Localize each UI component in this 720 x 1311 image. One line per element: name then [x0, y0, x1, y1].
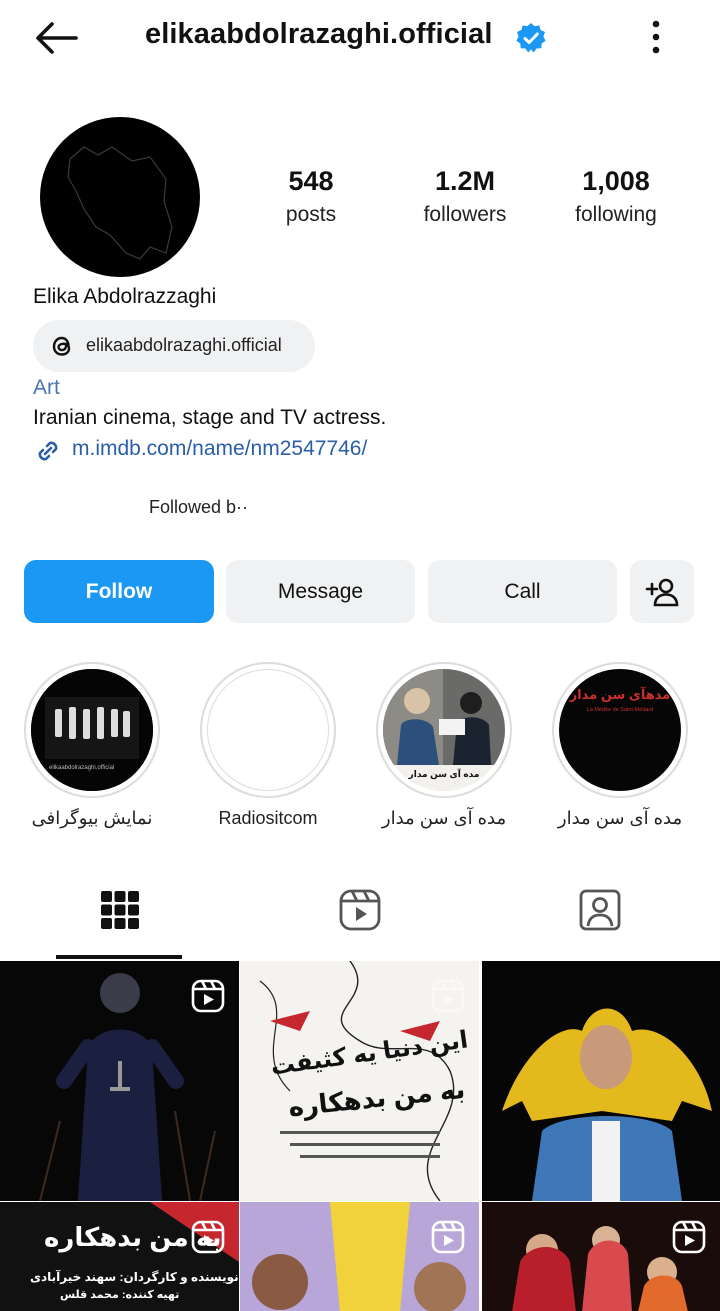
post-thumbnail[interactable] [482, 1202, 720, 1311]
profile-bio: Iranian cinema, stage and TV actress. [33, 406, 387, 429]
post-thumbnail[interactable]: این دنیا یه کثیفت به من بدهکاره [240, 961, 479, 1201]
reels-icon [672, 1220, 706, 1254]
threads-handle: elikaabdolrazaghi.official [86, 335, 282, 355]
arrow-left-icon [36, 22, 78, 54]
tab-reels[interactable] [240, 870, 480, 958]
threads-profile-link[interactable]: elikaabdolrazaghi.official [33, 320, 315, 372]
back-button[interactable] [30, 18, 82, 58]
profile-username: elikaabdolrazaghi.official [145, 18, 493, 50]
highlight-caption: مده آی سن مدار [408, 769, 480, 779]
reels-icon [191, 1220, 225, 1254]
highlight-ring [200, 662, 336, 798]
post-poster-credit: نویسنده و کارگردان: سهند خیرآبادی [30, 1270, 239, 1284]
avatar[interactable] [40, 117, 200, 277]
tagged-icon [579, 889, 621, 931]
message-button[interactable]: Message [226, 560, 415, 623]
tab-tagged[interactable] [480, 870, 720, 958]
highlight-cover: مده آی سن مدار [383, 669, 505, 791]
reels-icon [191, 979, 225, 1013]
tab-selected-indicator [56, 955, 182, 959]
verified-badge-icon [516, 23, 546, 53]
link-icon [38, 441, 58, 461]
highlight-item[interactable]: مدهآی سن مدار La Médée de Saint-Médard م… [552, 662, 688, 829]
highlight-cover: elikaabdolrazaghi.official [31, 669, 153, 791]
highlight-cover: مدهآی سن مدار La Médée de Saint-Médard [559, 669, 681, 791]
highlight-label: مده آی سن مدار [381, 808, 507, 828]
followers-stat[interactable]: 1.2M followers [410, 166, 520, 227]
highlight-item[interactable]: مده آی سن مدار مده آی سن مدار [376, 662, 512, 829]
highlight-ring: مدهآی سن مدار La Médée de Saint-Médard [552, 662, 688, 798]
highlight-cover [207, 669, 329, 791]
post-thumbnail[interactable]: به من بدهکاره نویسنده و کارگردان: سهند خ… [0, 1202, 239, 1311]
add-user-button[interactable] [630, 560, 694, 623]
reels-icon [431, 1220, 465, 1254]
more-vertical-icon [652, 20, 660, 54]
highlight-poster-subtitle: La Médée de Saint-Médard [586, 707, 654, 713]
followers-count: 1.2M [434, 166, 496, 196]
grid-icon [101, 891, 139, 929]
reels-icon [339, 889, 381, 931]
highlight-label: Radiositcom [218, 808, 318, 828]
followed-by-text[interactable]: Followed b·· [149, 497, 248, 518]
highlight-watermark: elikaabdolrazaghi.official [49, 765, 115, 771]
post-thumbnail[interactable] [240, 1202, 479, 1311]
highlight-ring: مده آی سن مدار [376, 662, 512, 798]
threads-icon [52, 336, 71, 356]
full-name: Elika Abdolrazzaghi [33, 285, 217, 308]
iran-map-outline-image [67, 146, 173, 260]
highlight-label: نمایش بیوگرافی [31, 808, 153, 828]
post-thumbnail[interactable] [0, 961, 239, 1201]
following-stat[interactable]: 1,008 following [560, 166, 672, 227]
profile-category[interactable]: Art [33, 376, 60, 400]
highlight-item[interactable]: Radiositcom [200, 662, 336, 829]
highlight-poster-title: مدهآی سن مدار [569, 687, 671, 702]
profile-tabs [0, 870, 720, 958]
top-bar: elikaabdolrazaghi.official [0, 0, 720, 80]
following-count: 1,008 [582, 166, 650, 196]
external-link-text: m.imdb.com/name/nm2547746/ [72, 437, 368, 460]
reels-icon [431, 979, 465, 1013]
post-thumbnail[interactable] [482, 961, 720, 1201]
call-button[interactable]: Call [428, 560, 617, 623]
follow-button[interactable]: Follow [24, 560, 214, 623]
followers-label: followers [423, 203, 507, 226]
tab-grid[interactable] [0, 870, 240, 958]
highlight-ring: elikaabdolrazaghi.official [24, 662, 160, 798]
add-user-icon [645, 578, 679, 606]
following-label: following [575, 203, 657, 226]
highlight-item[interactable]: elikaabdolrazaghi.official نمایش بیوگراف… [24, 662, 160, 829]
posts-label: posts [285, 203, 337, 226]
post-poster-credit: تهیه کننده: محمد قلس [60, 1289, 180, 1301]
posts-count: 548 [288, 166, 334, 196]
more-options-button[interactable] [640, 16, 672, 58]
posts-stat[interactable]: 548 posts [270, 166, 352, 227]
highlight-label: مده آی سن مدار [557, 808, 683, 828]
